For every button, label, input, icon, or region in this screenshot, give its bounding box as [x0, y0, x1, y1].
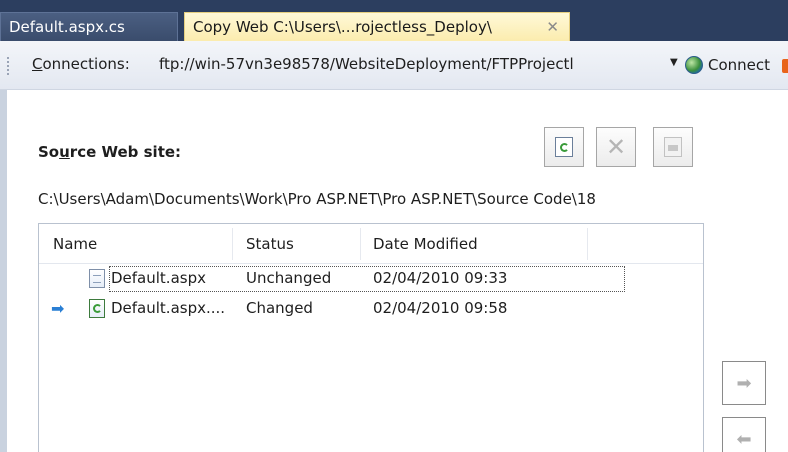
document-tab-strip: Default.aspx.cs Copy Web C:\Users\...roj… — [0, 0, 788, 41]
tab-label: Copy Web C:\Users\...rojectless_Deploy\ — [193, 18, 492, 36]
panel-left-edge — [0, 90, 7, 452]
tab-default-aspx-cs[interactable]: Default.aspx.cs — [0, 12, 178, 41]
file-status: Unchanged — [246, 269, 332, 287]
file-date-modified: 02/04/2010 09:58 — [373, 299, 508, 317]
toolbar-grip[interactable] — [7, 57, 10, 75]
connections-label: Connections: — [32, 55, 130, 73]
tab-label: Default.aspx.cs — [9, 18, 125, 36]
column-separator[interactable] — [587, 228, 588, 260]
chevron-down-icon[interactable]: ▼ — [670, 57, 678, 68]
refresh-icon — [555, 137, 573, 157]
source-path: C:\Users\Adam\Documents\Work\Pro ASP.NET… — [38, 190, 596, 208]
list-header: Name Status Date Modified — [39, 224, 703, 264]
globe-icon — [685, 56, 703, 74]
copy-to-remote-button[interactable]: ➡ — [722, 361, 766, 405]
file-status: Changed — [246, 299, 313, 317]
copy-to-source-button[interactable]: ⬅ — [722, 417, 766, 452]
table-row[interactable]: Default.aspx Unchanged 02/04/2010 09:33 — [39, 266, 703, 292]
file-name: Default.aspx — [111, 269, 206, 287]
aspx-changed-file-icon — [89, 299, 105, 318]
column-separator[interactable] — [360, 228, 361, 260]
close-icon[interactable]: ✕ — [546, 13, 559, 42]
connect-button[interactable]: Connect — [685, 52, 770, 78]
column-header-date-modified[interactable]: Date Modified — [373, 235, 478, 253]
column-header-status[interactable]: Status — [246, 235, 294, 253]
source-file-list[interactable]: Name Status Date Modified Default.aspx U… — [38, 223, 704, 452]
file-date-modified: 02/04/2010 09:33 — [373, 269, 508, 287]
disconnect-icon[interactable] — [782, 59, 788, 73]
tab-copy-web[interactable]: Copy Web C:\Users\...rojectless_Deploy\ … — [184, 12, 570, 41]
refresh-button[interactable] — [544, 127, 584, 167]
edit-icon — [664, 137, 682, 157]
connections-toolbar: Connections: ftp://win-57vn3e98578/Websi… — [0, 41, 788, 90]
table-row[interactable]: ➡ Default.aspx.... Changed 02/04/2010 09… — [39, 296, 703, 322]
column-header-name[interactable]: Name — [53, 235, 97, 253]
delete-icon: ✕ — [605, 133, 627, 161]
column-separator[interactable] — [232, 228, 233, 260]
arrow-left-icon: ⬅ — [736, 428, 752, 450]
connect-label: Connect — [708, 56, 771, 74]
arrow-right-icon: ➡ — [51, 299, 65, 318]
file-name: Default.aspx.... — [111, 299, 226, 317]
arrow-right-icon: ➡ — [736, 372, 752, 394]
source-website-label: Source Web site: — [38, 143, 182, 161]
aspx-file-icon — [89, 269, 105, 288]
connection-url-dropdown[interactable]: ftp://win-57vn3e98578/WebsiteDeployment/… — [159, 55, 574, 73]
delete-button[interactable]: ✕ — [596, 127, 636, 167]
edit-button[interactable] — [653, 127, 693, 167]
